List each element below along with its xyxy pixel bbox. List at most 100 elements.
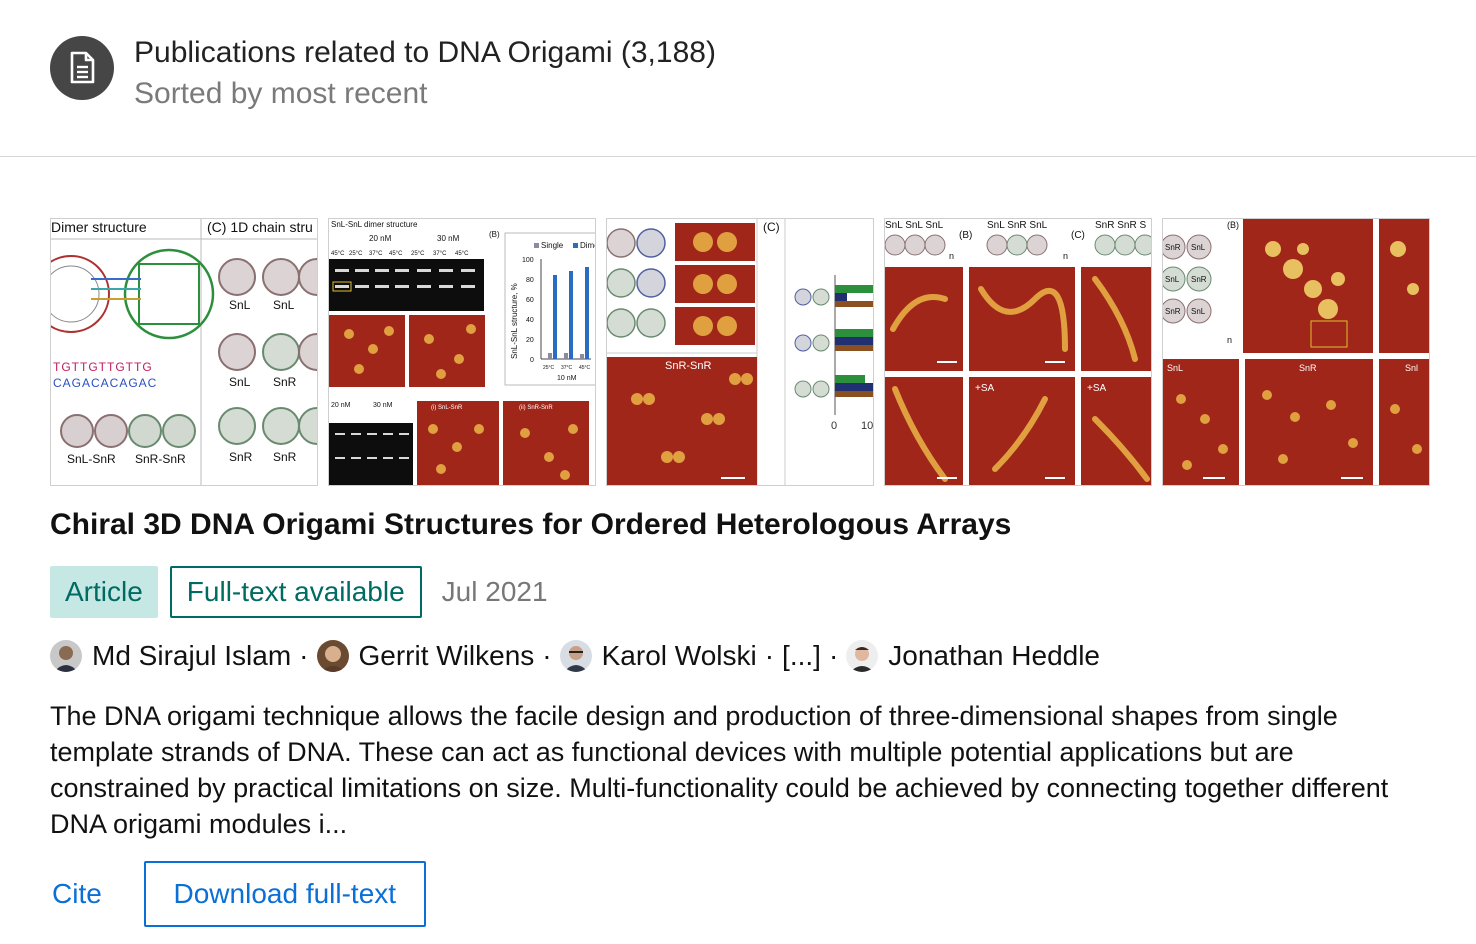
fig4-n-2: n [1063,251,1068,261]
figure-thumbnail-1[interactable]: Dimer structure (C) 1D chain stru TGTTGT… [50,218,318,486]
author-list: Md Sirajul Islam · Gerrit Wilkens · Karo… [50,638,1100,674]
fig2-temp-3: 45°C [389,251,403,257]
fig2-ytick-40: 40 [526,317,534,324]
fig2-conc-20: 20 nM [369,234,392,243]
fig2-temp-6: 45°C [455,251,469,257]
fig5-panel-snl: SnL [1167,363,1183,373]
fig2-xlabel: 10 nM [557,375,577,382]
fig5-panel-snr: SnR [1299,363,1317,373]
fig1-label-dimer: Dimer structure [51,219,147,235]
fig5-label-b: (B) [1227,220,1239,230]
fig5-panel-snl2: Snl [1405,363,1418,373]
fig1-label-snr-snr: SnR-SnR [135,452,186,466]
more-authors-link[interactable]: [...] [782,640,821,672]
fig2-ytick-0: 0 [530,357,534,364]
fig4-header-b: SnL SnR SnL [987,220,1048,231]
sort-order-label: Sorted by most recent [134,77,428,110]
fig5-n: n [1227,335,1232,345]
fig1-row3-b: SnR [273,450,297,464]
fig2-ytick-100: 100 [522,257,534,264]
fig2-title: SnL-SnL dimer structure [331,220,418,229]
article-type-badge: Article [50,566,158,618]
fig2-legend-dimer: Dime [580,241,596,250]
author-name: Gerrit Wilkens [358,640,535,671]
fulltext-available-badge: Full-text available [169,566,422,618]
fig2-ylabel: SnL-SnL structure, % [510,283,519,359]
author-md-sirajul-islam[interactable]: Md Sirajul Islam [50,640,291,672]
document-icon [50,36,114,100]
fig4-header-c: SnR SnR S [1095,220,1146,231]
avatar [846,640,879,672]
fig1-row2-a: SnL [229,375,251,389]
author-name: Karol Wolski [601,640,757,671]
results-title: Publications related to DNA Origami (3,1… [134,36,716,69]
fig1-label-chain: (C) 1D chain stru [207,219,313,235]
fig3-panel-snr: SnR-SnR [665,360,712,372]
fig2-xtick-37: 37°C [561,365,573,371]
publication-date: Jul 2021 [441,576,548,607]
fig5-cell-1: SnL [1191,243,1206,252]
fig2-panel-ii: (ii) SnR-SnR [519,405,553,411]
figure-thumbnail-3[interactable]: (C) SnR-SnR 0 10 [606,218,874,486]
download-fulltext-button[interactable]: Download full-text [143,861,426,927]
fig1-seq-bottom: CAGACACAGAC [53,376,157,390]
author-karol-wolski[interactable]: Karol Wolski [559,640,757,672]
avatar [559,640,592,672]
author-jonathan-heddle[interactable]: Jonathan Heddle [846,640,1100,672]
publication-actions: Cite Download full-text [50,861,426,927]
cite-link[interactable]: Cite [52,878,102,910]
author-gerrit-wilkens[interactable]: Gerrit Wilkens [316,640,535,672]
publication-title[interactable]: Chiral 3D DNA Origami Structures for Ord… [50,508,1011,542]
fig1-row3-a: SnR [229,450,253,464]
fig3-xtick-0: 0 [831,420,837,432]
figure-thumbnail-2[interactable]: SnL-SnL dimer structure 20 nM 30 nM (B) … [328,218,596,486]
fig1-seq-top: TGTTGTTGTTG [53,360,153,374]
avatar [50,640,82,672]
results-header: Publications related to DNA Origami (3,1… [0,0,1476,157]
fig3-label-c: (C) [763,220,780,234]
fig2-xtick-25: 25°C [543,365,555,371]
fig2-temp-2: 37°C [369,251,383,257]
fig4-label-c: (C) [1071,230,1085,241]
fig4-sa-2: +SA [1087,383,1107,394]
fig3-xtick-10: 10 [861,420,873,432]
author-name: Jonathan Heddle [888,640,1101,671]
fig2-bottom-30: 30 nM [373,402,393,409]
fig2-temp-0: 45°C [331,251,345,257]
fig2-xtick-45: 45°C [579,365,591,371]
avatar [316,640,349,672]
publication-abstract: The DNA origami technique allows the fac… [50,701,1389,839]
author-separator: · [542,640,552,671]
fig4-header-a: SnL SnL SnL [885,220,944,231]
fig4-label-b: (B) [959,230,972,241]
author-separator: · [764,640,775,671]
author-name: Md Sirajul Islam [92,640,292,671]
fig1-row2-b: SnR [273,375,297,389]
fig5-cell-3: SnL [1191,307,1206,316]
fig2-temp-5: 37°C [433,251,447,257]
fig2-conc-30: 30 nM [437,234,460,243]
fig2-label-b: (B) [489,230,500,239]
fig2-legend-single: Single [541,241,564,250]
fig2-temp-4: 25°C [411,251,425,257]
fig2-temp-1: 25°C [349,251,363,257]
fig5-cell-6: SnR [1165,307,1181,316]
fig2-panel-i: (i) SnL-SnR [431,405,463,411]
figure-thumbnail-5[interactable]: SnL SnR SnL SnR SnL SnR n (B) SnL SnR Sn… [1162,218,1430,486]
author-separator: · [299,640,309,671]
fig1-row1-b: SnL [273,298,295,312]
fig2-ytick-80: 80 [526,277,534,284]
fig4-sa-1: +SA [975,383,995,394]
fig5-cell-5: SnL [1165,275,1180,284]
fig2-ytick-20: 20 [526,337,534,344]
figure-thumbnail-4[interactable]: SnL SnL SnL (B) SnL SnR SnL (C) SnR SnR … [884,218,1152,486]
fig2-ytick-60: 60 [526,297,534,304]
fig2-bottom-20: 20 nM [331,402,351,409]
fig5-cell-4: SnR [1165,243,1181,252]
fig1-label-snl-snr: SnL-SnR [67,452,116,466]
publication-badges: Article Full-text available Jul 2021 [50,566,548,618]
fig1-row1-a: SnL [229,298,251,312]
fig4-n-1: n [949,251,954,261]
fig5-cell-2: SnR [1191,275,1207,284]
author-separator: · [828,640,839,671]
